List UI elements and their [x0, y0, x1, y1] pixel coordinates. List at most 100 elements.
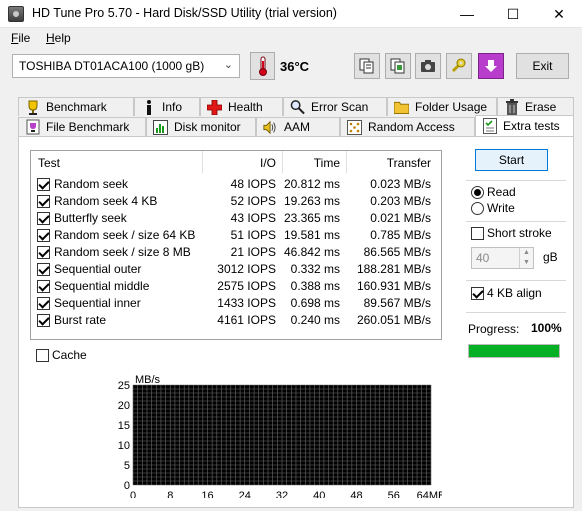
tab-disk-monitor[interactable]: Disk monitor [146, 117, 256, 136]
copy-info-button[interactable] [354, 53, 380, 79]
copy-all-button[interactable] [385, 53, 411, 79]
row-test-name: Burst rate [54, 313, 107, 327]
dice-icon [347, 119, 362, 135]
short-stroke-label: Short stroke [487, 226, 552, 240]
row-test-name: Random seek / size 64 KB [54, 228, 196, 242]
options-button[interactable] [446, 53, 472, 79]
write-radio[interactable] [471, 202, 484, 215]
divider [466, 221, 566, 222]
maximize-button[interactable]: ☐ [490, 0, 536, 28]
temperature-value: 36°C [280, 59, 310, 74]
minimize-button[interactable]: — [444, 0, 490, 28]
table-row[interactable]: Burst rate 4161 IOPS 0.240 ms 260.051 MB/s [31, 312, 441, 329]
progress-percent: 100% [531, 321, 562, 335]
tab-erase-label: Erase [525, 100, 557, 114]
table-row[interactable]: Sequential middle 2575 IOPS 0.388 ms 160.93… [31, 278, 441, 295]
tab-file-benchmark[interactable]: File Benchmark [18, 117, 146, 136]
spin-up-icon: ▲ [523, 249, 530, 256]
drive-select[interactable]: TOSHIBA DT01ACA100 (1000 gB) ⌄ [12, 54, 240, 78]
row-transfer: 0.203 MB/s [370, 194, 431, 208]
row-time: 0.698 ms [290, 296, 340, 310]
menu-file-label: File [11, 31, 31, 45]
progress-fill [469, 345, 559, 357]
screenshot-button[interactable] [415, 53, 441, 79]
menu-help[interactable]: Help [46, 31, 71, 45]
tab-random-access[interactable]: Random Access [340, 117, 475, 136]
spin-arrows[interactable]: ▲ ▼ [519, 248, 533, 268]
cache-checkbox[interactable] [36, 349, 49, 362]
tab-extra-tests[interactable]: Extra tests [475, 115, 574, 136]
wrench-icon [451, 58, 466, 73]
table-header: Test I/O Time Transfer [31, 151, 441, 173]
column-header-io[interactable]: I/O [260, 156, 276, 170]
thermometer-icon [258, 56, 267, 76]
table-row[interactable]: Random seek 4 KB 52 IOPS 19.263 ms 0.203 MB… [31, 193, 441, 210]
copy-icon [359, 58, 374, 74]
row-checkbox[interactable] [37, 178, 50, 191]
tab-error-scan[interactable]: Error Scan [283, 97, 387, 116]
app-icon [8, 6, 24, 22]
table-row[interactable]: Random seek / size 64 KB 51 IOPS 19.581 ms… [31, 227, 441, 244]
y-tick-label: 5 [124, 460, 130, 472]
read-radio[interactable] [471, 186, 484, 199]
row-checkbox[interactable] [37, 314, 50, 327]
table-row[interactable]: Sequential inner 1433 IOPS 0.698 ms 89.567 … [31, 295, 441, 312]
row-test-name: Sequential outer [54, 262, 142, 276]
row-checkbox[interactable] [37, 229, 50, 242]
short-stroke-checkbox[interactable] [471, 227, 484, 240]
results-table: Test I/O Time Transfer Random seek 48 IOP… [30, 150, 442, 340]
row-time: 19.263 ms [283, 194, 340, 208]
tab-health-label: Health [228, 100, 263, 114]
table-row[interactable]: Random seek / size 8 MB 21 IOPS 46.842 ms 8… [31, 244, 441, 261]
align-checkbox[interactable] [471, 287, 484, 300]
chevron-down-icon: ⌄ [223, 59, 233, 71]
tab-folder-usage[interactable]: Folder Usage [387, 97, 497, 116]
row-test-name: Sequential middle [54, 279, 150, 293]
save-button[interactable] [478, 53, 504, 79]
tab-health[interactable]: Health [200, 97, 283, 116]
row-checkbox[interactable] [37, 297, 50, 310]
exit-button[interactable]: Exit [516, 53, 569, 79]
row-time: 19.581 ms [283, 228, 340, 242]
tabs-top-row: Benchmark Info Health Error Scan Folder … [18, 97, 574, 116]
tab-aam-label: AAM [284, 120, 311, 134]
checklist-icon [482, 118, 497, 134]
tab-benchmark[interactable]: Benchmark [18, 97, 134, 116]
close-icon: ✕ [553, 5, 565, 22]
tab-erase[interactable]: Erase [497, 97, 574, 116]
x-tick-label: 32 [276, 490, 288, 498]
column-header-transfer[interactable]: Transfer [387, 156, 431, 170]
y-axis-label: MB/s [135, 374, 161, 386]
tab-info-label: Info [162, 100, 183, 114]
menu-file[interactable]: File [11, 31, 30, 45]
start-button[interactable]: Start [475, 149, 548, 171]
row-checkbox[interactable] [37, 263, 50, 276]
close-button[interactable]: ✕ [536, 0, 582, 28]
x-tick-label: 0 [130, 490, 136, 498]
speaker-icon [263, 120, 278, 135]
tab-aam[interactable]: AAM [256, 117, 340, 136]
x-tick-label: 40 [313, 490, 325, 498]
column-header-test[interactable]: Test [38, 156, 60, 170]
tab-info[interactable]: Info [134, 97, 200, 116]
row-checkbox[interactable] [37, 246, 50, 259]
row-checkbox[interactable] [37, 280, 50, 293]
table-row[interactable]: Butterfly seek 43 IOPS 23.365 ms 0.021 MB/s [31, 210, 441, 227]
row-test-name: Butterfly seek [54, 211, 127, 225]
x-tick-label: 64MB [417, 490, 442, 498]
table-row[interactable]: Random seek 48 IOPS 20.812 ms 0.023 MB/s [31, 176, 441, 193]
align-label: 4 KB align [487, 286, 542, 300]
row-transfer: 260.051 MB/s [356, 313, 431, 327]
divider [466, 280, 566, 281]
tab-extra-tests-label: Extra tests [503, 119, 560, 133]
row-checkbox[interactable] [37, 212, 50, 225]
row-checkbox[interactable] [37, 195, 50, 208]
write-radio-label: Write [487, 201, 515, 215]
row-io: 4161 IOPS [217, 313, 276, 327]
x-tick-label: 24 [239, 490, 251, 498]
table-row[interactable]: Sequential outer 3012 IOPS 0.332 ms 188.281… [31, 261, 441, 278]
temperature-button[interactable] [250, 52, 275, 80]
short-stroke-size-input[interactable]: 40 ▲ ▼ [471, 247, 534, 269]
column-header-time[interactable]: Time [314, 156, 340, 170]
drive-select-value: TOSHIBA DT01ACA100 (1000 gB) [19, 59, 205, 73]
